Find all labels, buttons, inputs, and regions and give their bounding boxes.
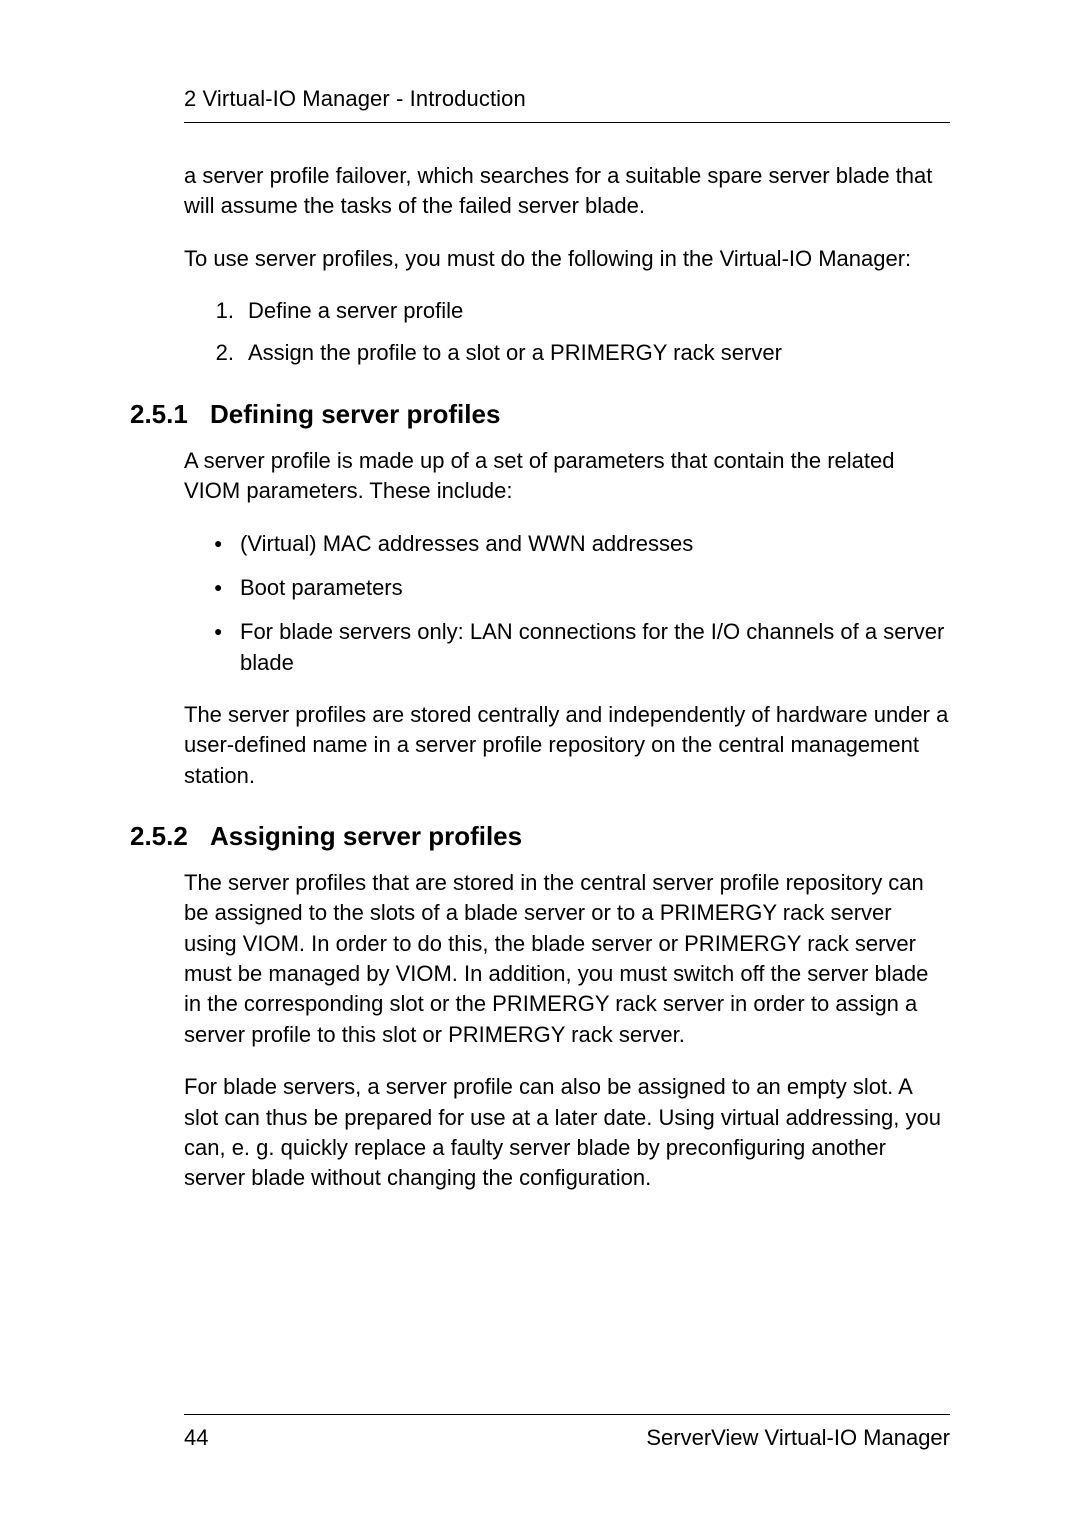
section-number: 2.5.1 — [130, 399, 210, 430]
section-252-body: The server profiles that are stored in t… — [184, 868, 950, 1194]
section-number: 2.5.2 — [130, 821, 210, 852]
bullet-icon: ● — [214, 617, 240, 678]
list-item: ● For blade servers only: LAN connection… — [214, 617, 950, 678]
list-text: For blade servers only: LAN connections … — [240, 617, 950, 678]
footer-row: 44 ServerView Virtual-IO Manager — [184, 1425, 950, 1451]
list-text: (Virtual) MAC addresses and WWN addresse… — [240, 529, 950, 559]
body-content: a server profile failover, which searche… — [184, 161, 950, 369]
section-heading-251: 2.5.1 Defining server profiles — [130, 399, 950, 430]
section-paragraph: A server profile is made up of a set of … — [184, 446, 950, 507]
section-title: Defining server profiles — [210, 399, 500, 430]
footer-doc-title: ServerView Virtual-IO Manager — [646, 1425, 950, 1451]
header-rule — [184, 122, 950, 123]
page-number: 44 — [184, 1425, 208, 1451]
list-number: 1. — [214, 296, 248, 326]
list-item: 2. Assign the profile to a slot or a PRI… — [214, 338, 950, 368]
list-item: ● (Virtual) MAC addresses and WWN addres… — [214, 529, 950, 559]
ordered-list: 1. Define a server profile 2. Assign the… — [214, 296, 950, 369]
page-header: 2 Virtual-IO Manager - Introduction — [184, 86, 950, 112]
list-text: Define a server profile — [248, 296, 950, 326]
bullet-icon: ● — [214, 529, 240, 559]
footer-rule — [184, 1414, 950, 1415]
page: 2 Virtual-IO Manager - Introduction a se… — [0, 0, 1080, 1531]
list-text: Boot parameters — [240, 573, 950, 603]
list-text: Assign the profile to a slot or a PRIMER… — [248, 338, 950, 368]
section-paragraph: The server profiles are stored centrally… — [184, 700, 950, 791]
section-paragraph: The server profiles that are stored in t… — [184, 868, 950, 1050]
section-251-body: A server profile is made up of a set of … — [184, 446, 950, 791]
list-item: ● Boot parameters — [214, 573, 950, 603]
section-heading-252: 2.5.2 Assigning server profiles — [130, 821, 950, 852]
list-number: 2. — [214, 338, 248, 368]
bullet-list: ● (Virtual) MAC addresses and WWN addres… — [214, 529, 950, 678]
intro-paragraph-1: a server profile failover, which searche… — [184, 161, 950, 222]
section-title: Assigning server profiles — [210, 821, 522, 852]
section-paragraph: For blade servers, a server profile can … — [184, 1072, 950, 1193]
list-item: 1. Define a server profile — [214, 296, 950, 326]
intro-paragraph-2: To use server profiles, you must do the … — [184, 244, 950, 274]
bullet-icon: ● — [214, 573, 240, 603]
page-footer: 44 ServerView Virtual-IO Manager — [130, 1414, 950, 1451]
